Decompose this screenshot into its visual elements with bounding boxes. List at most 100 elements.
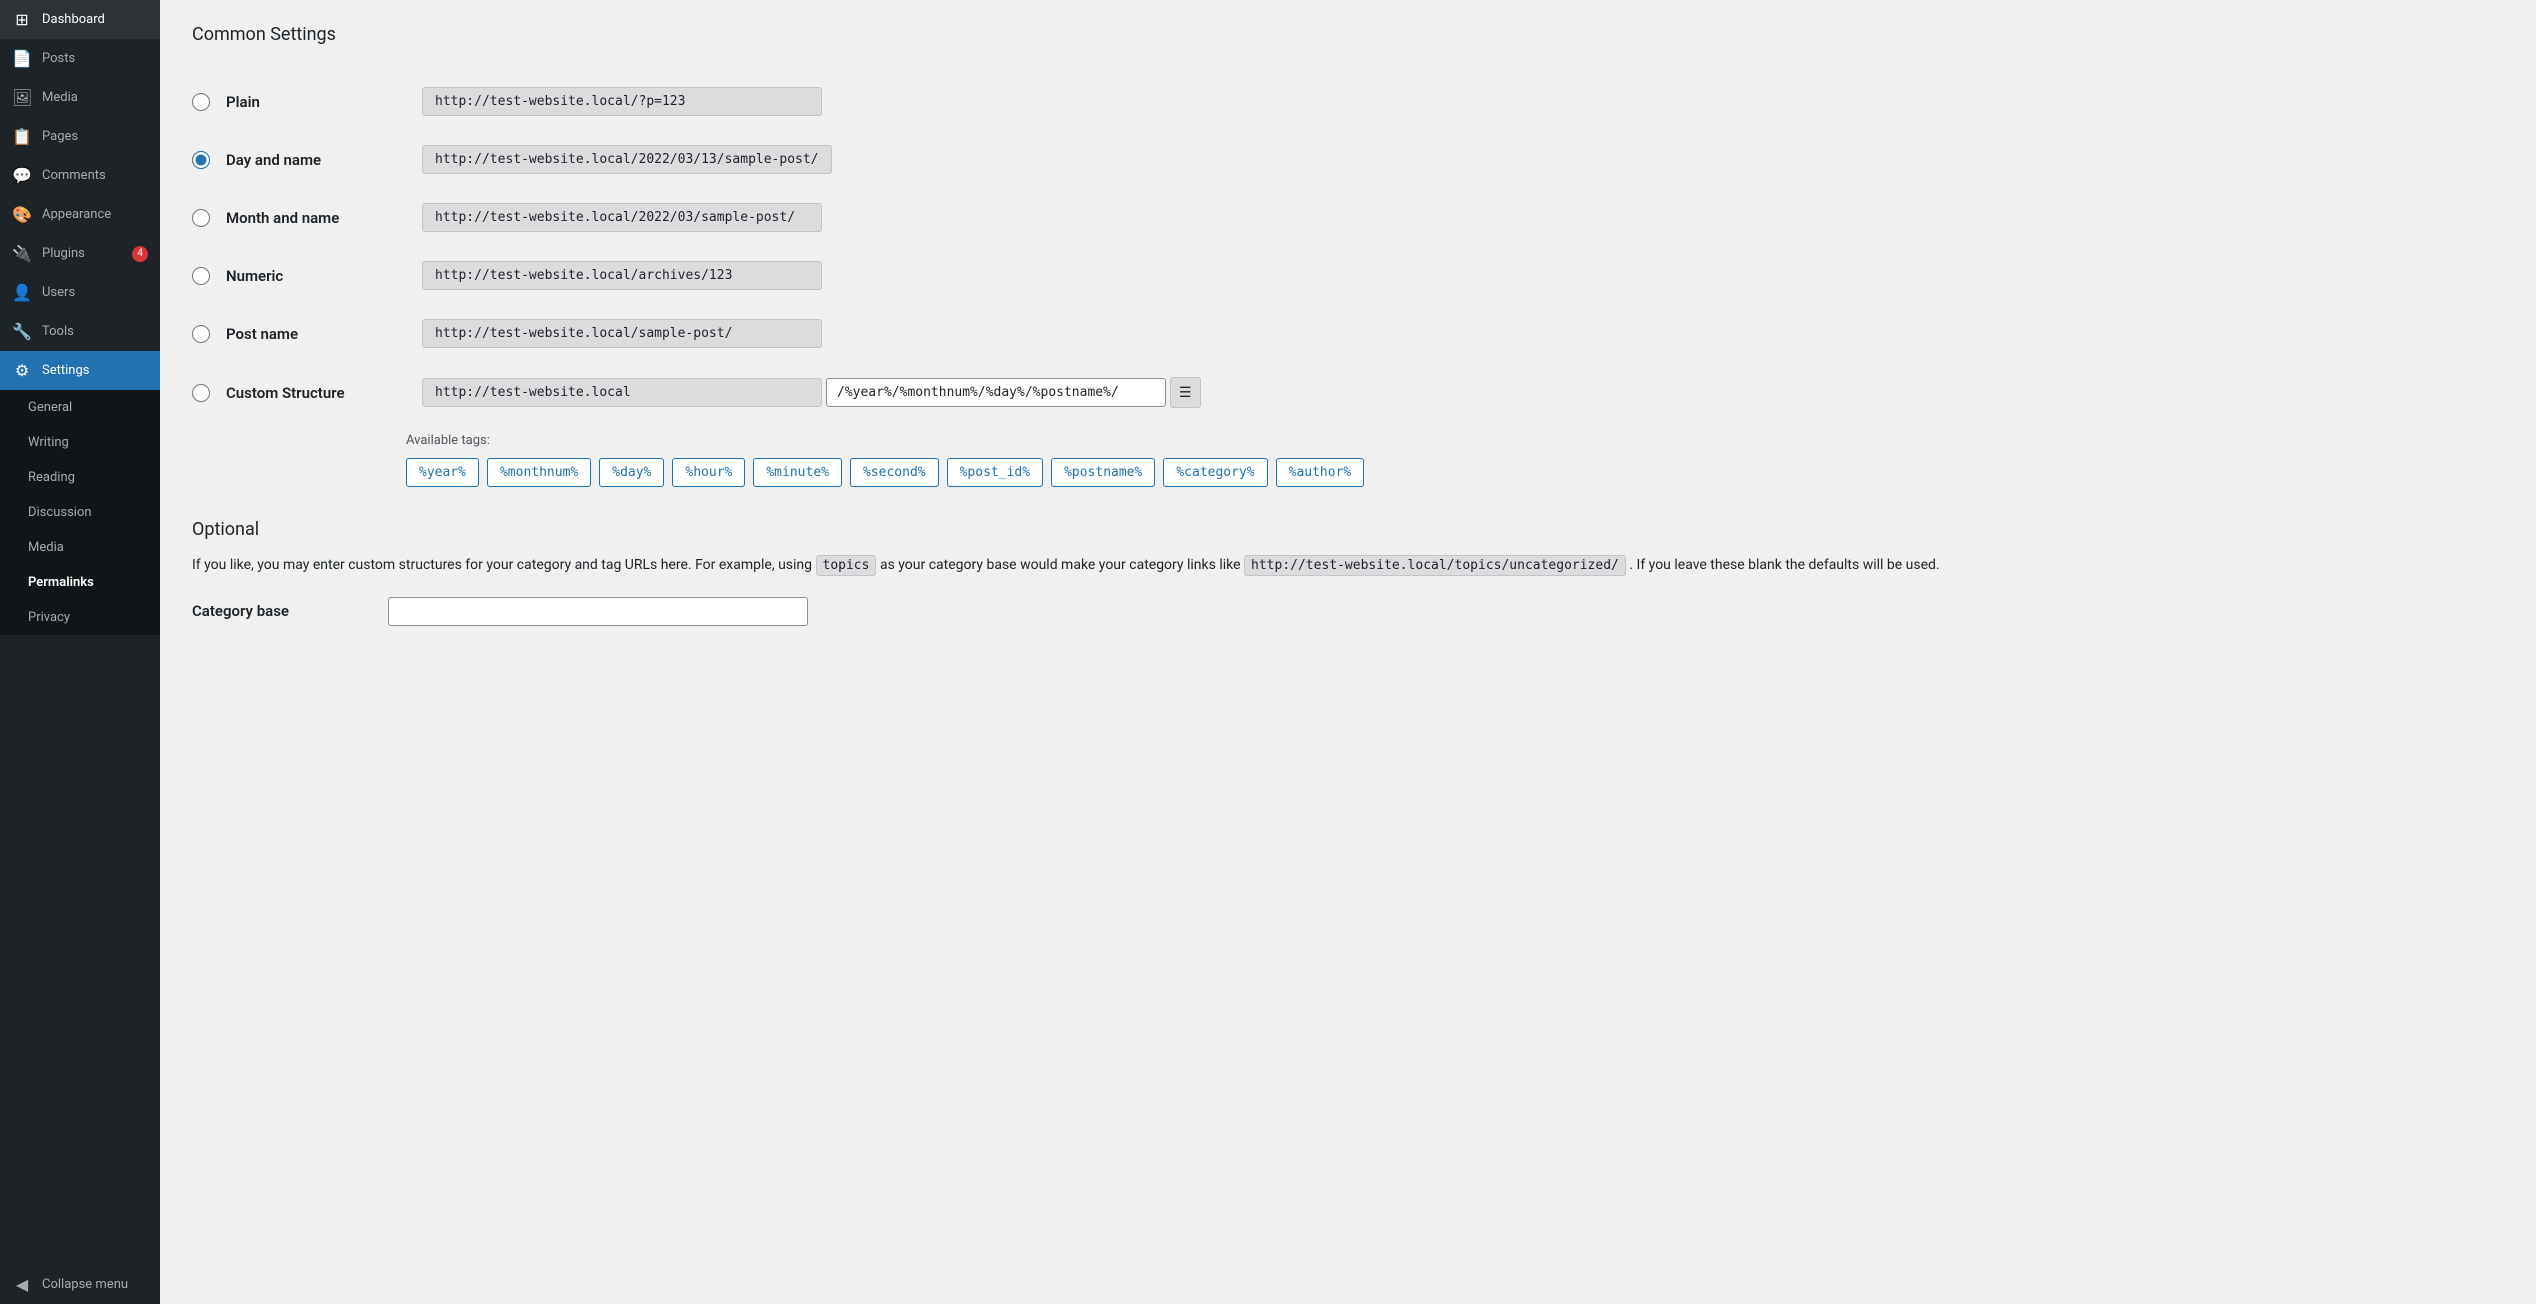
plugins-badge: 4 — [132, 246, 148, 262]
tag-minute[interactable]: %minute% — [753, 458, 842, 487]
submenu-label-discussion: Discussion — [28, 505, 92, 520]
tools-icon: 🔧 — [12, 322, 32, 341]
sidebar-item-pages[interactable]: 📋 Pages — [0, 117, 160, 156]
category-base-input[interactable] — [388, 597, 808, 626]
numeric-radio[interactable] — [192, 267, 210, 285]
structure-list-button[interactable]: ☰ — [1170, 377, 1201, 408]
users-icon: 👤 — [12, 283, 32, 302]
optional-title: Optional — [192, 519, 2504, 540]
sidebar-label-pages: Pages — [42, 129, 78, 144]
tag-monthnum[interactable]: %monthnum% — [487, 458, 591, 487]
custom-structure-option: Custom Structure http://test-website.loc… — [192, 363, 2504, 423]
plain-radio[interactable] — [192, 93, 210, 111]
sidebar: ⊞ Dashboard 📄 Posts 🖼 Media 📋 Pages 💬 Co… — [0, 0, 160, 1304]
pages-icon: 📋 — [12, 127, 32, 146]
numeric-label: Numeric — [226, 267, 406, 285]
submenu-label-writing: Writing — [28, 435, 69, 450]
topics-code: topics — [816, 555, 877, 576]
settings-icon: ⚙ — [12, 361, 32, 380]
tag-second[interactable]: %second% — [850, 458, 939, 487]
custom-url-prefix: http://test-website.local — [422, 378, 822, 407]
custom-structure-input[interactable] — [826, 378, 1166, 407]
plain-label: Plain — [226, 93, 406, 111]
tag-day[interactable]: %day% — [599, 458, 664, 487]
submenu-label-media: Media — [28, 540, 64, 555]
sidebar-label-dashboard: Dashboard — [42, 12, 105, 27]
plain-url: http://test-website.local/?p=123 — [422, 87, 822, 116]
custom-structure-label: Custom Structure — [226, 384, 406, 402]
post-name-url: http://test-website.local/sample-post/ — [422, 319, 822, 348]
sidebar-label-tools: Tools — [42, 324, 74, 339]
optional-desc-before: If you like, you may enter custom struct… — [192, 557, 812, 573]
day-and-name-option: Day and name http://test-website.local/2… — [192, 131, 2504, 189]
tag-hour[interactable]: %hour% — [672, 458, 745, 487]
sidebar-label-media: Media — [42, 90, 78, 105]
month-and-name-option: Month and name http://test-website.local… — [192, 189, 2504, 247]
sidebar-item-posts[interactable]: 📄 Posts — [0, 39, 160, 78]
sidebar-item-settings[interactable]: ⚙ Settings — [0, 351, 160, 390]
submenu-label-privacy: Privacy — [28, 610, 70, 625]
numeric-url: http://test-website.local/archives/123 — [422, 261, 822, 290]
sidebar-label-posts: Posts — [42, 51, 75, 66]
comments-icon: 💬 — [12, 166, 32, 185]
sidebar-label-users: Users — [42, 285, 75, 300]
tag-category[interactable]: %category% — [1163, 458, 1267, 487]
plugins-icon: 🔌 — [12, 244, 32, 263]
day-and-name-label: Day and name — [226, 151, 406, 169]
collapse-label: Collapse menu — [42, 1277, 128, 1292]
category-base-row: Category base — [192, 597, 2504, 626]
post-name-option: Post name http://test-website.local/samp… — [192, 305, 2504, 363]
sidebar-item-plugins[interactable]: 🔌 Plugins 4 — [0, 234, 160, 273]
optional-description: If you like, you may enter custom struct… — [192, 554, 2504, 577]
month-and-name-url: http://test-website.local/2022/03/sample… — [422, 203, 822, 232]
collapse-icon: ◀ — [12, 1275, 32, 1294]
collapse-menu-button[interactable]: ◀ Collapse menu — [0, 1265, 160, 1304]
media-icon: 🖼 — [12, 88, 32, 107]
sidebar-item-tools[interactable]: 🔧 Tools — [0, 312, 160, 351]
submenu-label-general: General — [28, 400, 72, 415]
custom-structure-radio[interactable] — [192, 384, 210, 402]
available-tags-label: Available tags: — [406, 433, 2504, 448]
sidebar-label-comments: Comments — [42, 168, 106, 183]
optional-desc-after: . If you leave these blank the defaults … — [1629, 557, 1939, 573]
common-settings-title: Common Settings — [192, 24, 2504, 53]
sidebar-label-appearance: Appearance — [42, 207, 111, 222]
main-content: Common Settings Plain http://test-websit… — [160, 0, 2536, 1304]
sidebar-submenu-writing[interactable]: Writing — [0, 425, 160, 460]
sidebar-item-media[interactable]: 🖼 Media — [0, 78, 160, 117]
sidebar-label-plugins: Plugins — [42, 246, 85, 261]
sidebar-item-appearance[interactable]: 🎨 Appearance — [0, 195, 160, 234]
tag-post_id[interactable]: %post_id% — [947, 458, 1043, 487]
sidebar-submenu-general[interactable]: General — [0, 390, 160, 425]
tag-postname[interactable]: %postname% — [1051, 458, 1155, 487]
sidebar-submenu-reading[interactable]: Reading — [0, 460, 160, 495]
example-url-code: http://test-website.local/topics/uncateg… — [1244, 555, 1626, 576]
sidebar-item-dashboard[interactable]: ⊞ Dashboard — [0, 0, 160, 39]
category-base-label: Category base — [192, 602, 372, 620]
sidebar-submenu-discussion[interactable]: Discussion — [0, 495, 160, 530]
submenu-label-permalinks: Permalinks — [28, 575, 94, 590]
optional-desc-middle: as your category base would make your ca… — [880, 557, 1241, 573]
sidebar-label-settings: Settings — [42, 363, 89, 378]
sidebar-submenu-permalinks[interactable]: Permalinks — [0, 565, 160, 600]
month-and-name-radio[interactable] — [192, 209, 210, 227]
sidebar-item-comments[interactable]: 💬 Comments — [0, 156, 160, 195]
sidebar-item-users[interactable]: 👤 Users — [0, 273, 160, 312]
appearance-icon: 🎨 — [12, 205, 32, 224]
dashboard-icon: ⊞ — [12, 10, 32, 29]
tag-year[interactable]: %year% — [406, 458, 479, 487]
month-and-name-label: Month and name — [226, 209, 406, 227]
post-name-radio[interactable] — [192, 325, 210, 343]
plain-option: Plain http://test-website.local/?p=123 — [192, 73, 2504, 131]
day-and-name-radio[interactable] — [192, 151, 210, 169]
sidebar-submenu-privacy[interactable]: Privacy — [0, 600, 160, 635]
sidebar-submenu-media[interactable]: Media — [0, 530, 160, 565]
submenu-label-reading: Reading — [28, 470, 75, 485]
numeric-option: Numeric http://test-website.local/archiv… — [192, 247, 2504, 305]
post-name-label: Post name — [226, 325, 406, 343]
tag-author[interactable]: %author% — [1276, 458, 1365, 487]
optional-section: Optional If you like, you may enter cust… — [192, 519, 2504, 626]
day-and-name-url: http://test-website.local/2022/03/13/sam… — [422, 145, 832, 174]
posts-icon: 📄 — [12, 49, 32, 68]
tags-container: %year% %monthnum% %day% %hour% %minute% %seco… — [406, 458, 2504, 487]
